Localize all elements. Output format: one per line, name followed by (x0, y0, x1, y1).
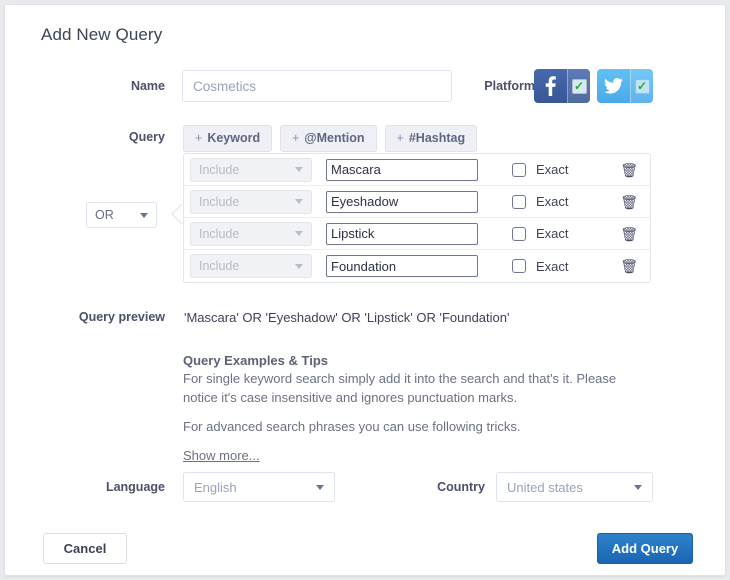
add-hashtag-button[interactable]: +#Hashtag (385, 125, 478, 152)
query-label: Query (45, 130, 165, 144)
twitter-checkbox[interactable]: ✓ (630, 69, 653, 103)
query-preview-text: 'Mascara' OR 'Eyeshadow' OR 'Lipstick' O… (184, 310, 509, 325)
query-tips: Query Examples & Tips For single keyword… (183, 353, 648, 465)
language-value: English (194, 480, 237, 495)
exact-label: Exact (536, 194, 569, 209)
exact-label: Exact (536, 226, 569, 241)
exact-checkbox[interactable] (512, 259, 526, 273)
table-row: Include Exact 🗑 (184, 218, 650, 250)
chevron-down-icon (295, 264, 303, 269)
tips-paragraph-2: For advanced search phrases you can use … (183, 418, 648, 437)
add-keyword-button[interactable]: +Keyword (183, 125, 272, 152)
tips-paragraph-1: For single keyword search simply add it … (183, 370, 648, 408)
plus-icon: + (397, 131, 404, 145)
platform-label: Platform (425, 79, 535, 93)
exact-option: Exact (512, 162, 569, 177)
exact-option: Exact (512, 194, 569, 209)
table-row: Include Exact 🗑 (184, 250, 650, 282)
language-select[interactable]: English (183, 472, 335, 502)
chevron-down-icon (634, 485, 642, 490)
facebook-checkbox[interactable]: ✓ (567, 69, 590, 103)
exact-label: Exact (536, 259, 569, 274)
chevron-down-icon (316, 485, 324, 490)
query-preview-label: Query preview (45, 310, 165, 324)
include-select[interactable]: Include (190, 158, 312, 182)
cancel-button[interactable]: Cancel (43, 533, 127, 564)
exact-checkbox[interactable] (512, 195, 526, 209)
include-select[interactable]: Include (190, 190, 312, 214)
twitter-icon (597, 69, 630, 103)
exact-option: Exact (512, 226, 569, 241)
country-select[interactable]: United states (496, 472, 653, 502)
show-more-link[interactable]: Show more... (183, 448, 260, 463)
operator-value: OR (95, 208, 114, 222)
check-icon: ✓ (635, 79, 650, 94)
tips-heading: Query Examples & Tips (183, 353, 648, 368)
include-select[interactable]: Include (190, 254, 312, 278)
country-value: United states (507, 480, 583, 495)
facebook-icon (534, 69, 567, 103)
add-query-dialog: Add New Query Name Platform ✓ ✓ Query +K… (4, 4, 726, 576)
page-title: Add New Query (41, 25, 162, 45)
chevron-down-icon (295, 167, 303, 172)
delete-row-icon[interactable]: 🗑 (620, 195, 638, 209)
query-rows: Include Exact 🗑 Include Exact 🗑 (183, 153, 651, 283)
table-row: Include Exact 🗑 (184, 186, 650, 218)
table-row: Include Exact 🗑 (184, 154, 650, 186)
platform-twitter-toggle[interactable]: ✓ (597, 69, 653, 103)
chevron-down-icon (140, 213, 148, 218)
language-label: Language (45, 480, 165, 494)
country-label: Country (375, 480, 485, 494)
plus-icon: + (292, 131, 299, 145)
group-connector (169, 203, 183, 227)
chevron-down-icon (295, 199, 303, 204)
keyword-input[interactable] (326, 223, 478, 245)
exact-option: Exact (512, 259, 569, 274)
exact-checkbox[interactable] (512, 163, 526, 177)
delete-row-icon[interactable]: 🗑 (620, 163, 638, 177)
check-icon: ✓ (572, 79, 587, 94)
add-mention-button[interactable]: +@Mention (280, 125, 376, 152)
delete-row-icon[interactable]: 🗑 (620, 227, 638, 241)
keyword-input[interactable] (326, 255, 478, 277)
platform-facebook-toggle[interactable]: ✓ (534, 69, 590, 103)
plus-icon: + (195, 131, 202, 145)
name-input[interactable] (182, 70, 452, 102)
name-label: Name (45, 79, 165, 93)
delete-row-icon[interactable]: 🗑 (620, 259, 638, 273)
exact-label: Exact (536, 162, 569, 177)
exact-checkbox[interactable] (512, 227, 526, 241)
operator-select[interactable]: OR (86, 202, 157, 228)
include-select[interactable]: Include (190, 222, 312, 246)
query-add-buttons: +Keyword +@Mention +#Hashtag (183, 125, 477, 152)
add-query-button[interactable]: Add Query (597, 533, 693, 564)
keyword-input[interactable] (326, 159, 478, 181)
chevron-down-icon (295, 231, 303, 236)
keyword-input[interactable] (326, 191, 478, 213)
